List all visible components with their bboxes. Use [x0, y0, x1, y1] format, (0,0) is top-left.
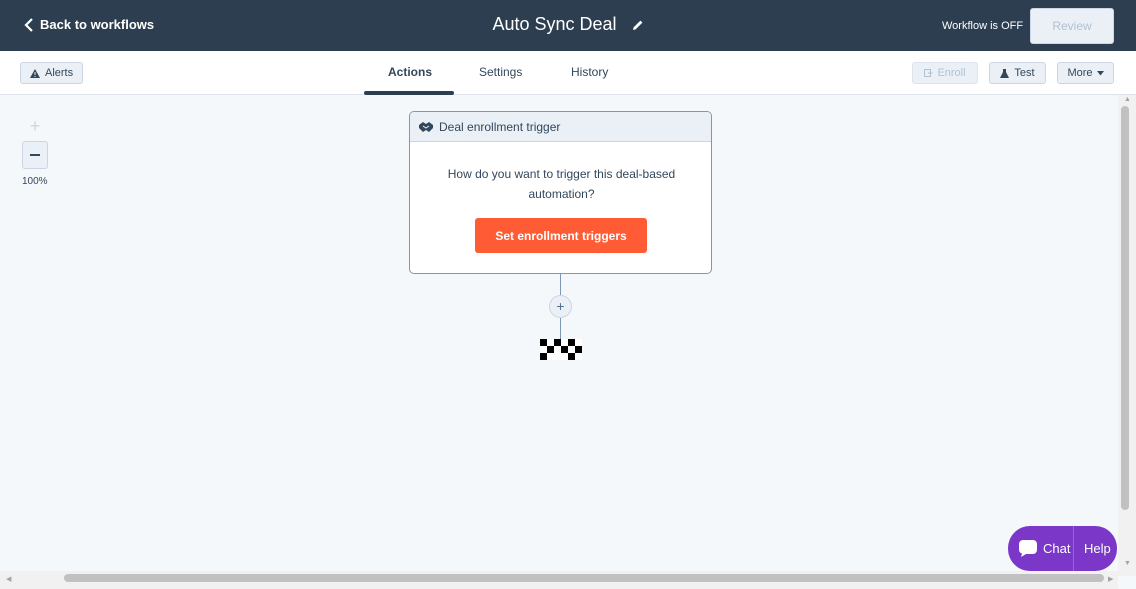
enrollment-trigger-card[interactable]: Deal enrollment trigger How do you want …: [409, 111, 712, 274]
scroll-left-arrow-icon[interactable]: ◀: [6, 575, 11, 583]
test-button[interactable]: Test: [989, 62, 1046, 84]
trigger-card-title: Deal enrollment trigger: [439, 119, 561, 134]
vertical-scrollbar-thumb[interactable]: [1121, 106, 1129, 510]
alerts-button[interactable]: Alerts: [20, 62, 84, 84]
zoom-level: 100%: [22, 176, 48, 187]
top-bar: Back to workflows Auto Sync Deal Workflo…: [0, 0, 1136, 51]
flow-connector: [560, 318, 561, 339]
tab-history[interactable]: History: [571, 65, 608, 79]
pencil-icon[interactable]: [632, 15, 644, 36]
trigger-question: How do you want to trigger this deal-bas…: [447, 167, 676, 201]
test-label: Test: [1014, 67, 1035, 79]
scroll-down-arrow-icon[interactable]: ▼: [1124, 560, 1131, 567]
trigger-card-header: Deal enrollment trigger: [410, 112, 711, 142]
tab-settings[interactable]: Settings: [479, 65, 522, 79]
enroll-icon: [924, 68, 933, 77]
warning-icon: [30, 68, 40, 78]
chat-button[interactable]: Chat: [1008, 526, 1073, 571]
scroll-up-arrow-icon[interactable]: ▲: [1124, 96, 1131, 103]
chat-label: Chat: [1043, 541, 1071, 556]
checkered-flag-icon: [540, 339, 582, 360]
alerts-label: Alerts: [45, 67, 74, 79]
back-to-workflows-link[interactable]: Back to workflows: [24, 17, 154, 32]
zoom-in-button[interactable]: +: [22, 113, 48, 139]
add-action-button[interactable]: +: [549, 295, 572, 318]
caret-down-icon: [1096, 70, 1104, 75]
tab-actions[interactable]: Actions: [388, 65, 432, 79]
enroll-button[interactable]: Enroll: [912, 62, 978, 84]
workflow-title: Auto Sync Deal: [492, 14, 617, 34]
more-dropdown-button[interactable]: More: [1057, 62, 1114, 84]
speech-bubble-icon: [1019, 540, 1037, 557]
active-tab-indicator: [364, 91, 454, 95]
more-label: More: [1067, 67, 1093, 79]
chat-help-widget: Chat Help: [1008, 526, 1117, 571]
chevron-left-icon: [24, 17, 33, 32]
help-button[interactable]: Help: [1074, 541, 1111, 556]
horizontal-scrollbar-thumb[interactable]: [64, 574, 1104, 582]
enroll-label: Enroll: [937, 67, 966, 79]
flask-icon: [1000, 68, 1010, 78]
flow-connector: [560, 274, 561, 295]
handshake-icon: [419, 121, 433, 132]
back-link-label: Back to workflows: [40, 17, 155, 32]
zoom-out-button[interactable]: [22, 141, 48, 169]
workflow-toolbar: Alerts Actions Settings History Enroll T…: [0, 51, 1136, 95]
set-enrollment-triggers-button[interactable]: Set enrollment triggers: [475, 218, 647, 253]
workflow-status-text: Workflow is OFF: [942, 20, 1024, 32]
scroll-right-arrow-icon[interactable]: ▶: [1108, 575, 1113, 583]
review-button[interactable]: Review: [1030, 8, 1114, 44]
